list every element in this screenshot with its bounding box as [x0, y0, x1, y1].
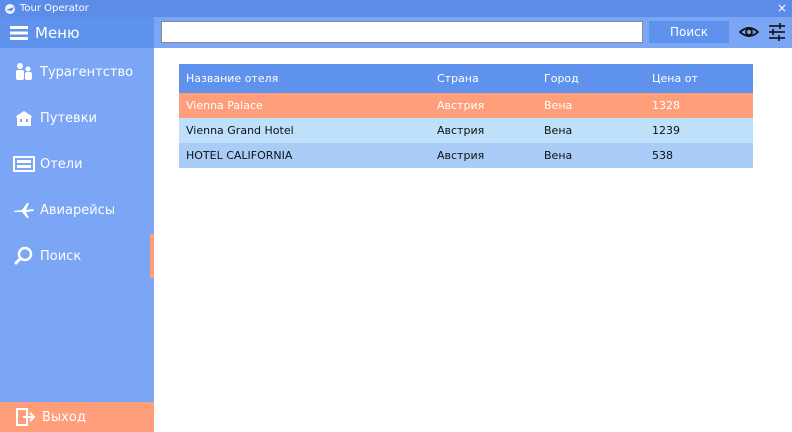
cell-city: Вена: [544, 124, 573, 137]
window-title: Tour Operator: [20, 3, 89, 14]
hotel-sign-icon: [13, 154, 35, 174]
menu-label: Меню: [35, 23, 80, 42]
sidebar-item-flights[interactable]: Авиарейсы: [0, 188, 154, 232]
title-bar: Tour Operator ×: [0, 0, 792, 17]
close-button[interactable]: ×: [777, 1, 787, 15]
sidebar-item-label: Авиарейсы: [40, 202, 116, 218]
people-icon: [13, 62, 35, 82]
cell-city: Вена: [544, 149, 573, 162]
sidebar-item-hotels[interactable]: Отели: [0, 142, 154, 186]
search-button[interactable]: Поиск: [649, 21, 729, 43]
column-header-hotel-name[interactable]: Название отеля: [179, 64, 430, 93]
menu-toggle-button[interactable]: Меню: [0, 17, 154, 48]
cell-hotel-name: HOTEL CALIFORNIA: [186, 149, 293, 162]
table-header-row: Название отеля Страна Город Цена от: [179, 64, 753, 93]
cell-price: 1239: [652, 124, 680, 137]
column-header-country[interactable]: Страна: [430, 64, 537, 93]
hotels-table: Название отеля Страна Город Цена от Vien…: [179, 64, 753, 168]
search-input[interactable]: [161, 21, 643, 43]
filter-settings-icon[interactable]: [768, 22, 786, 42]
sidebar-item-travel-agency[interactable]: Турагентство: [0, 50, 154, 94]
cell-hotel-name: Vienna Palace: [186, 99, 263, 112]
exit-label: Выход: [42, 409, 86, 425]
exit-button[interactable]: Выход: [0, 402, 154, 432]
exit-icon: [16, 408, 36, 426]
sidebar: Меню Турагентство Путевки Отели Авиарейс…: [0, 17, 154, 432]
column-header-price-from[interactable]: Цена от: [645, 64, 753, 93]
sidebar-item-label: Поиск: [40, 248, 82, 264]
cell-country: Австрия: [437, 99, 485, 112]
magnifier-icon: [13, 246, 35, 266]
column-header-city[interactable]: Город: [537, 64, 645, 93]
eye-icon[interactable]: [739, 23, 759, 41]
cell-hotel-name: Vienna Grand Hotel: [186, 124, 294, 137]
cell-price: 538: [652, 149, 673, 162]
app-window: Tour Operator × Меню Турагентство Путевк…: [0, 0, 792, 432]
table-row[interactable]: HOTEL CALIFORNIA Австрия Вена 538: [179, 143, 753, 168]
sidebar-item-vouchers[interactable]: Путевки: [0, 96, 154, 140]
airplane-icon: [13, 200, 35, 220]
table-row[interactable]: Vienna Grand Hotel Австрия Вена 1239: [179, 118, 753, 143]
cell-country: Австрия: [437, 149, 485, 162]
cell-city: Вена: [544, 99, 573, 112]
cell-country: Австрия: [437, 124, 485, 137]
cell-price: 1328: [652, 99, 680, 112]
sidebar-item-label: Отели: [40, 156, 83, 172]
building-icon: [13, 108, 35, 128]
table-row[interactable]: Vienna Palace Австрия Вена 1328: [179, 93, 753, 118]
sidebar-item-search[interactable]: Поиск: [0, 234, 154, 278]
globe-plane-icon: [5, 3, 15, 14]
toolbar: Поиск: [154, 17, 792, 48]
sidebar-item-label: Турагентство: [40, 64, 134, 80]
sidebar-item-label: Путевки: [40, 110, 98, 126]
hamburger-icon: [10, 25, 28, 40]
